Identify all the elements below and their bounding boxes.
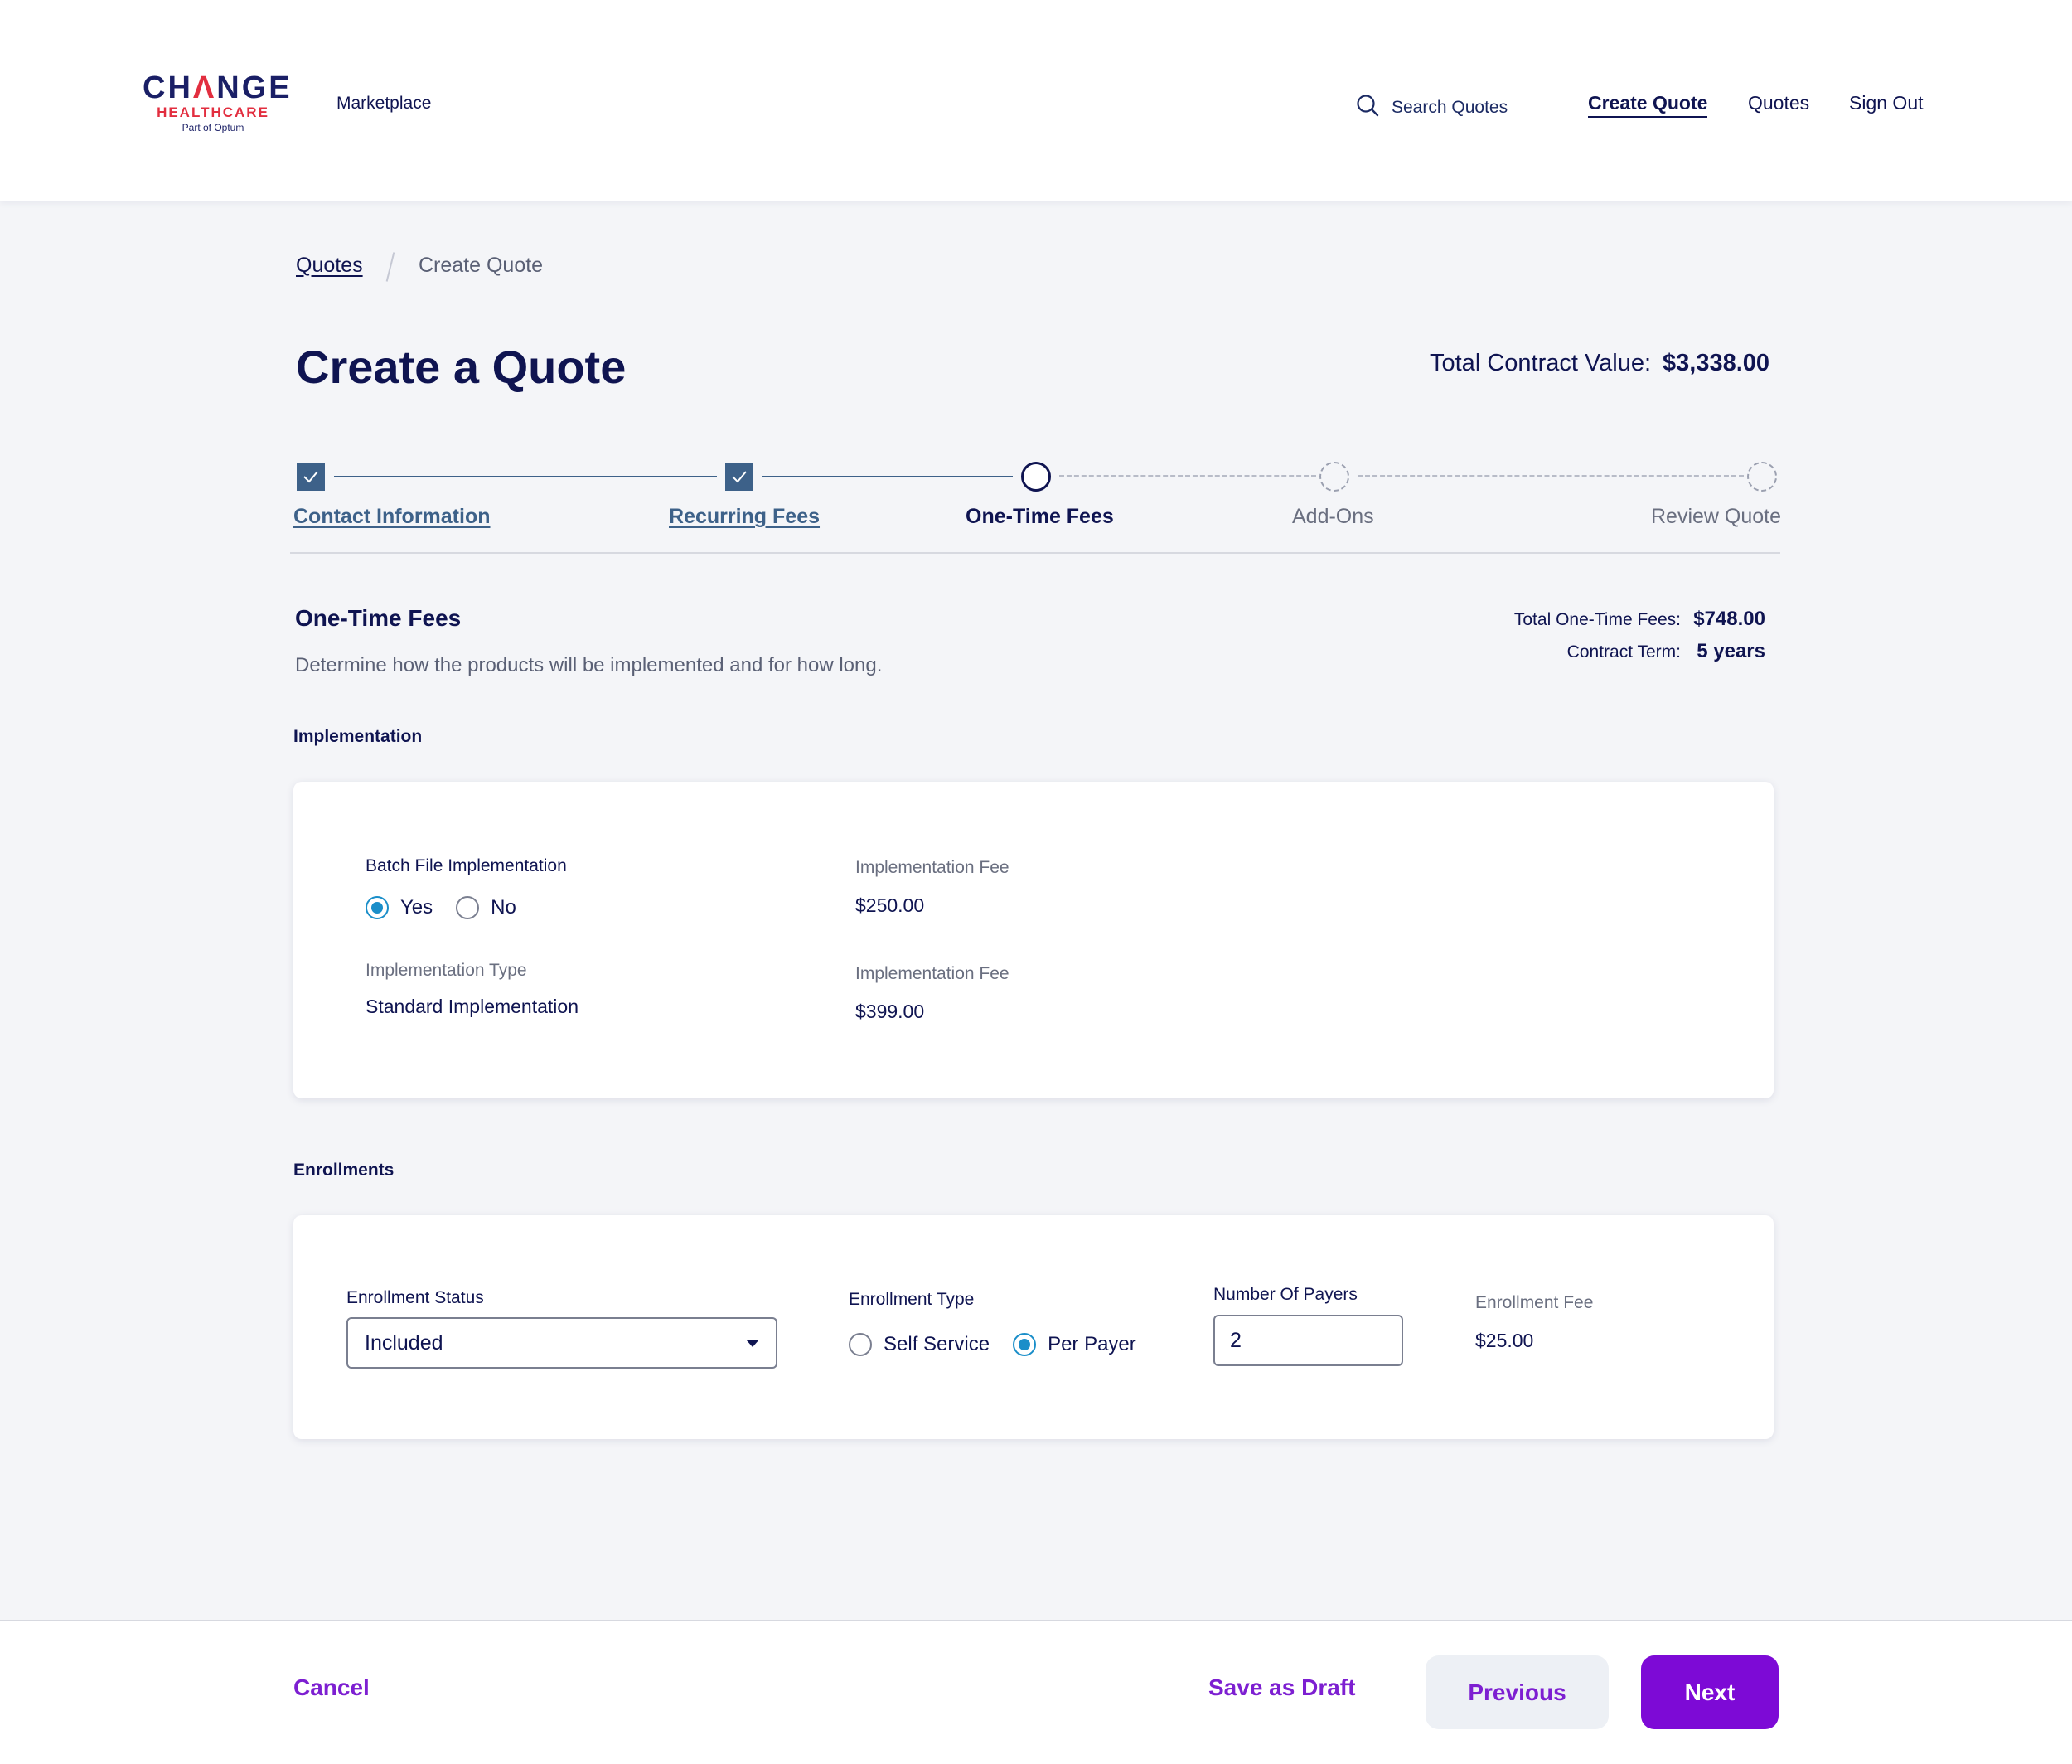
number-of-payers-label: Number Of Payers [1213,1285,1358,1304]
enrollment-type-radio-group: Self Service Per Payer [849,1333,1136,1356]
total-one-time-fees-value: $748.00 [1693,608,1765,630]
implementation-type-label: Implementation Type [366,961,527,980]
enrollment-fee-value: $25.00 [1475,1330,1534,1351]
implementation-fee-2-label: Implementation Fee [855,964,1009,983]
batch-yes-radio[interactable] [366,896,389,919]
step-recurring-fees[interactable]: Recurring Fees [669,505,820,529]
enrollment-status-value: Included [365,1330,443,1354]
total-one-time-fees-label: Total One-Time Fees: [1513,610,1681,629]
self-service-label: Self Service [884,1333,990,1355]
per-payer-label: Per Payer [1048,1333,1136,1355]
implementation-type-value: Standard Implementation [366,996,579,1017]
implementation-fee-2-value: $399.00 [855,1001,925,1022]
step-contact-information[interactable]: Contact Information [293,505,491,529]
fee-summary: Total One-Time Fees: $748.00 Contract Te… [1514,603,1765,668]
batch-yes-label: Yes [400,896,433,918]
total-contract-label: Total Contract Value: [1430,350,1652,376]
stepper-connector [334,476,717,477]
nav-create-quote[interactable]: Create Quote [1588,92,1708,118]
step-review-marker [1747,462,1777,492]
total-contract-amount: $3,338.00 [1663,350,1770,376]
contract-term-value: 5 years [1697,640,1765,662]
caret-down-icon [746,1339,759,1347]
step-contact-check-icon[interactable] [297,463,325,491]
search-quotes-button[interactable]: Search Quotes [1355,93,1508,122]
logo-triangle-icon: Λ [192,70,217,105]
enrollment-status-label: Enrollment Status [346,1288,484,1307]
step-recurring-check-icon[interactable] [725,463,753,491]
enrollments-card: Enrollment Status Included Enrollment Ty… [293,1215,1774,1439]
page-title: Create a Quote [296,341,627,393]
batch-no-radio[interactable] [456,896,480,919]
step-add-ons-marker [1319,462,1349,492]
step-review-quote: Review Quote [1651,505,1782,528]
batch-file-radio-group: Yes No [366,896,516,919]
section-description: Determine how the products will be imple… [295,654,883,676]
search-icon [1355,93,1380,122]
enrollment-status-select[interactable]: Included [346,1317,777,1369]
previous-button[interactable]: Previous [1426,1655,1609,1729]
step-one-time-current-marker [1021,462,1051,492]
self-service-radio[interactable] [849,1333,872,1356]
contract-term-label: Contract Term: [1566,642,1681,662]
breadcrumb-quotes-link[interactable]: Quotes [296,254,363,278]
batch-yes-option[interactable]: Yes [366,896,433,919]
save-draft-button[interactable]: Save as Draft [1208,1674,1355,1701]
total-contract-value: Total Contract Value: $3,338.00 [1430,350,1769,377]
stepper-connector [762,476,1013,477]
logo-wordmark: CHΛNGE [143,70,293,105]
enrollment-fee-label: Enrollment Fee [1475,1293,1594,1312]
implementation-heading: Implementation [293,727,423,746]
nav-sign-out[interactable]: Sign Out [1849,92,1924,114]
top-header: CHΛNGE HEALTHCARE Part of Optum Marketpl… [0,0,2072,201]
enrollment-type-label: Enrollment Type [849,1290,975,1309]
breadcrumb-current: Create Quote [419,254,544,277]
logo-tagline: Part of Optum [182,122,244,133]
implementation-card: Batch File Implementation Yes No Impleme… [293,782,1774,1098]
nav-marketplace[interactable]: Marketplace [336,94,431,114]
next-button[interactable]: Next [1641,1655,1779,1729]
enrollments-heading: Enrollments [293,1161,395,1180]
self-service-option[interactable]: Self Service [849,1333,990,1356]
stepper-connector-pending [1358,475,1744,477]
section-title: One-Time Fees [295,605,462,631]
change-healthcare-logo[interactable]: CHΛNGE HEALTHCARE Part of Optum [143,70,293,134]
stepper-divider [290,552,1780,554]
batch-no-option[interactable]: No [456,896,516,919]
number-of-payers-input[interactable] [1213,1315,1403,1366]
stepper-connector-pending [1059,475,1316,477]
search-quotes-label: Search Quotes [1392,97,1508,117]
step-one-time-fees: One-Time Fees [966,505,1114,528]
batch-no-label: No [491,896,516,918]
per-payer-option[interactable]: Per Payer [1013,1333,1136,1356]
cancel-button[interactable]: Cancel [293,1674,370,1701]
nav-quotes[interactable]: Quotes [1748,92,1809,114]
per-payer-radio[interactable] [1013,1333,1037,1356]
batch-file-label: Batch File Implementation [366,856,567,875]
implementation-fee-value: $250.00 [855,894,925,916]
implementation-fee-label: Implementation Fee [855,858,1009,877]
step-add-ons: Add-Ons [1292,505,1374,528]
breadcrumb-separator [385,252,395,282]
logo-subtitle: HEALTHCARE [157,104,269,120]
